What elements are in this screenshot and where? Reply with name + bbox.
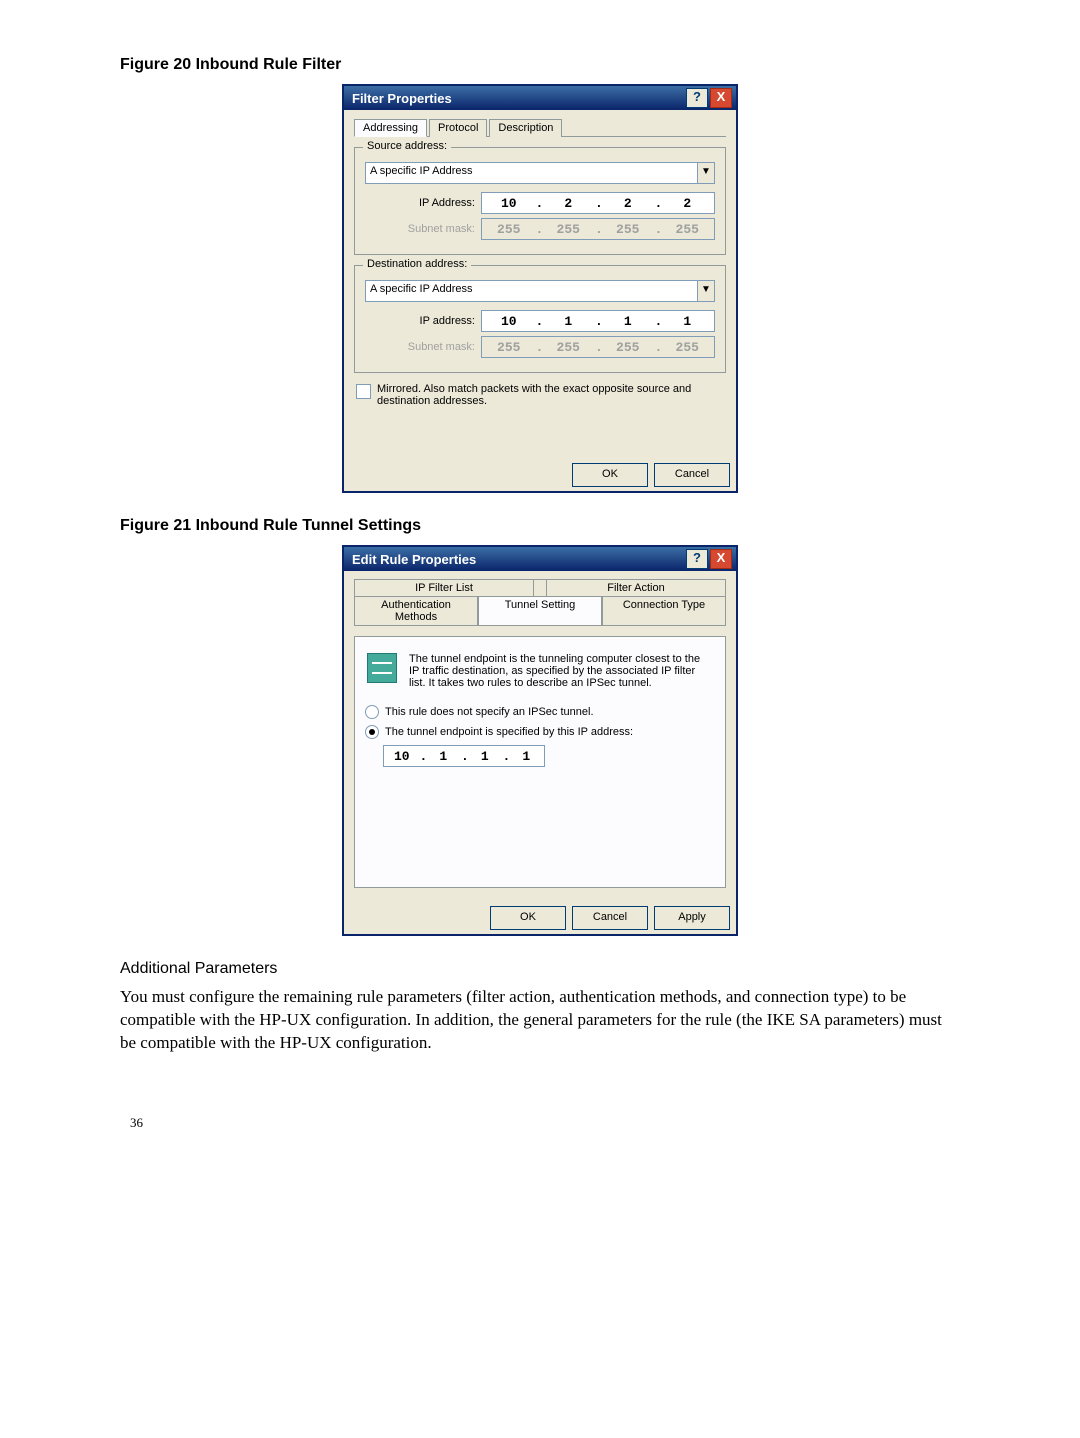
destination-address-group: Destination address: A specific IP Addre… <box>354 265 726 373</box>
mask-label: Subnet mask: <box>365 341 481 353</box>
help-icon[interactable]: ? <box>686 549 708 569</box>
source-address-combo[interactable]: A specific IP Address ▼ <box>365 162 715 184</box>
dest-legend: Destination address: <box>363 258 471 270</box>
titlebar: Filter Properties ? X <box>344 86 736 110</box>
body-paragraph: You must configure the remaining rule pa… <box>120 986 960 1055</box>
button-bar: OK Cancel <box>344 455 736 491</box>
source-legend: Source address: <box>363 140 451 152</box>
mirrored-label: Mirrored. Also match packets with the ex… <box>377 383 726 407</box>
titlebar: Edit Rule Properties ? X <box>344 547 736 571</box>
cancel-button[interactable]: Cancel <box>572 906 648 930</box>
tab-auth-methods[interactable]: Authentication Methods <box>354 596 478 626</box>
tabs: IP Filter List Filter Action Authenticat… <box>354 579 726 626</box>
ok-button[interactable]: OK <box>572 463 648 487</box>
tunnel-icon <box>367 653 397 683</box>
tab-filter-action[interactable]: Filter Action <box>546 579 726 596</box>
tunnel-endpoint-ip-input[interactable]: 10. 1. 1. 1 <box>383 745 545 767</box>
radio-label: The tunnel endpoint is specified by this… <box>385 726 633 738</box>
tunnel-setting-pane: The tunnel endpoint is the tunneling com… <box>354 636 726 888</box>
tab-addressing[interactable]: Addressing <box>354 119 427 137</box>
cancel-button[interactable]: Cancel <box>654 463 730 487</box>
tab-protocol[interactable]: Protocol <box>429 119 487 137</box>
source-ip-input[interactable]: 10. 2. 2. 2 <box>481 192 715 214</box>
mirrored-checkbox-row[interactable]: Mirrored. Also match packets with the ex… <box>354 383 726 407</box>
page-number: 36 <box>120 1115 960 1131</box>
combo-value: A specific IP Address <box>366 163 697 183</box>
mirrored-checkbox[interactable] <box>356 384 371 399</box>
combo-value: A specific IP Address <box>366 281 697 301</box>
figure-20-caption: Figure 20 Inbound Rule Filter <box>120 56 960 74</box>
radio-tunnel-endpoint[interactable]: The tunnel endpoint is specified by this… <box>365 725 715 739</box>
radio-label: This rule does not specify an IPSec tunn… <box>385 706 594 718</box>
mask-label: Subnet mask: <box>365 223 481 235</box>
figure-21-caption: Figure 21 Inbound Rule Tunnel Settings <box>120 517 960 535</box>
tabs: Addressing Protocol Description <box>354 118 726 137</box>
dest-address-combo[interactable]: A specific IP Address ▼ <box>365 280 715 302</box>
close-icon[interactable]: X <box>710 88 732 108</box>
filter-properties-dialog: Filter Properties ? X Addressing Protoco… <box>342 84 738 493</box>
tab-tunnel-setting[interactable]: Tunnel Setting <box>478 596 602 626</box>
edit-rule-dialog: Edit Rule Properties ? X IP Filter List … <box>342 545 738 936</box>
tab-connection-type[interactable]: Connection Type <box>602 596 726 626</box>
dialog-title: Edit Rule Properties <box>352 552 476 567</box>
chevron-down-icon[interactable]: ▼ <box>697 281 714 301</box>
button-bar: OK Cancel Apply <box>344 898 736 934</box>
ip-label: IP address: <box>365 315 481 327</box>
ok-button[interactable]: OK <box>490 906 566 930</box>
dest-mask-input: 255. 255. 255. 255 <box>481 336 715 358</box>
radio-button[interactable] <box>365 705 379 719</box>
dialog-title: Filter Properties <box>352 91 452 106</box>
dest-ip-input[interactable]: 10. 1. 1. 1 <box>481 310 715 332</box>
ip-label: IP Address: <box>365 197 481 209</box>
help-icon[interactable]: ? <box>686 88 708 108</box>
source-mask-input: 255. 255. 255. 255 <box>481 218 715 240</box>
tab-ip-filter-list[interactable]: IP Filter List <box>354 579 534 596</box>
close-icon[interactable]: X <box>710 549 732 569</box>
source-address-group: Source address: A specific IP Address ▼ … <box>354 147 726 255</box>
tunnel-info-text: The tunnel endpoint is the tunneling com… <box>409 653 713 689</box>
apply-button[interactable]: Apply <box>654 906 730 930</box>
radio-no-tunnel[interactable]: This rule does not specify an IPSec tunn… <box>365 705 715 719</box>
chevron-down-icon[interactable]: ▼ <box>697 163 714 183</box>
tab-description[interactable]: Description <box>489 119 562 137</box>
radio-button[interactable] <box>365 725 379 739</box>
additional-parameters-heading: Additional Parameters <box>120 960 960 978</box>
